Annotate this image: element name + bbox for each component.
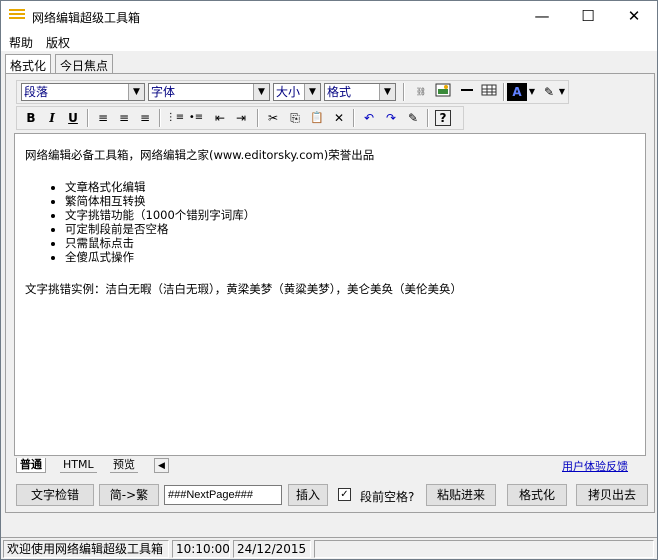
tab-today-focus[interactable]: 今日焦点 <box>55 54 114 74</box>
minimize-button[interactable]: — <box>519 1 565 31</box>
status-empty <box>314 540 654 558</box>
chevron-down-icon: ▼ <box>253 84 269 100</box>
list-item: 文字挑错功能（1000个错别字词库） <box>65 208 635 222</box>
format-button[interactable]: 格式化 <box>507 484 567 506</box>
size-select[interactable]: 大小 ▼ <box>273 83 321 101</box>
list-item: 文章格式化编辑 <box>65 180 635 194</box>
window-title: 网络编辑超级工具箱 <box>32 11 141 25</box>
editor-intro-line: 网络编辑必备工具箱，网络编辑之家(www.editorsky.com)荣誉出品 <box>25 148 375 162</box>
chevron-down-icon[interactable]: ▼ <box>527 83 537 101</box>
chevron-down-icon: ▼ <box>304 84 320 100</box>
status-welcome: 欢迎使用网络编辑超级工具箱 <box>3 540 169 558</box>
scroll-left-icon[interactable]: ◀ <box>154 458 169 473</box>
toolbar-separator <box>427 109 429 127</box>
feedback-link[interactable]: 用户体验反馈 <box>562 458 628 474</box>
outdent-icon[interactable]: ⇤ <box>210 109 230 127</box>
ordered-list-icon[interactable]: ⋮≡ <box>165 109 185 127</box>
list-item: 可定制段前是否空格 <box>65 222 635 236</box>
align-center-icon[interactable]: ≡ <box>114 109 134 127</box>
next-page-field[interactable] <box>164 485 282 505</box>
tab-html-view[interactable]: HTML <box>60 458 97 473</box>
status-time: 10:10:00 <box>172 540 230 558</box>
rich-text-editor[interactable]: 网络编辑必备工具箱，网络编辑之家(www.editorsky.com)荣誉出品 … <box>14 133 646 456</box>
redo-icon[interactable]: ↷ <box>381 109 401 127</box>
list-item: 全傻瓜式操作 <box>65 250 635 264</box>
action-button-row: 文字检错 简->繁 插入 ✓ 段前空格? 粘贴进来 格式化 拷贝出去 <box>14 482 654 508</box>
insert-table-icon[interactable] <box>479 83 499 101</box>
title-bar: 网络编辑超级工具箱 — ☐ ✕ <box>1 1 657 31</box>
font-select[interactable]: 字体 ▼ <box>148 83 270 101</box>
main-panel: 段落 ▼ 字体 ▼ 大小 ▼ 格式 ▼ ⛓ A ▼ ✎ ▼ B I U ≡ ≡ ≡ ⋮≡… <box>5 73 655 513</box>
close-button[interactable]: ✕ <box>611 1 657 31</box>
align-left-icon[interactable]: ≡ <box>93 109 113 127</box>
status-bar: 欢迎使用网络编辑超级工具箱 10:10:00 24/12/2015 <box>1 537 657 559</box>
toolbar-separator <box>257 109 259 127</box>
underline-button[interactable]: U <box>63 109 83 127</box>
toolbar-row-2: B I U ≡ ≡ ≡ ⋮≡ •≡ ⇤ ⇥ ✂ ⎘ 📋 ✕ ↶ ↷ ✎ ? <box>16 106 464 130</box>
tab-preview[interactable]: 预览 <box>110 458 138 473</box>
italic-button[interactable]: I <box>42 109 62 127</box>
indent-icon[interactable]: ⇥ <box>231 109 251 127</box>
app-icon <box>9 9 25 23</box>
toolbar-separator <box>403 83 405 101</box>
text-color-icon[interactable]: A <box>507 83 527 101</box>
toolbar-separator <box>353 109 355 127</box>
menu-help[interactable]: 帮助 <box>9 34 33 51</box>
list-item: 只需鼠标点击 <box>65 236 635 250</box>
unordered-list-icon[interactable]: •≡ <box>186 109 206 127</box>
app-window: 网络编辑超级工具箱 — ☐ ✕ 帮助 版权 格式化 今日焦点 段落 ▼ 字体 ▼ 大… <box>0 0 658 560</box>
text-check-button[interactable]: 文字检错 <box>16 484 94 506</box>
menu-bar: 帮助 版权 <box>1 31 657 51</box>
help-icon[interactable]: ? <box>435 110 451 126</box>
menu-copyright[interactable]: 版权 <box>46 34 70 51</box>
web-link-icon[interactable]: ⛓ <box>411 83 431 101</box>
edit-icon[interactable]: ✎ <box>403 109 423 127</box>
align-right-icon[interactable]: ≡ <box>135 109 155 127</box>
feature-list: 文章格式化编辑 繁简体相互转换 文字挑错功能（1000个错别字词库） 可定制段前… <box>65 180 635 264</box>
insert-image-icon[interactable] <box>433 83 453 101</box>
tab-format[interactable]: 格式化 <box>5 54 52 74</box>
paragraph-space-label: 段前空格? <box>360 490 415 504</box>
toolbar-separator <box>87 109 89 127</box>
chevron-down-icon[interactable]: ▼ <box>557 83 567 101</box>
toolbar-row-1: 段落 ▼ 字体 ▼ 大小 ▼ 格式 ▼ ⛓ A ▼ ✎ ▼ <box>16 80 569 104</box>
delete-icon[interactable]: ✕ <box>329 109 349 127</box>
insert-button[interactable]: 插入 <box>288 484 328 506</box>
paragraph-space-checkbox[interactable]: ✓ <box>338 488 351 501</box>
copy-icon[interactable]: ⎘ <box>285 109 305 127</box>
bold-button[interactable]: B <box>21 109 41 127</box>
highlight-pen-icon[interactable]: ✎ <box>539 83 559 101</box>
paste-in-button[interactable]: 粘贴进来 <box>426 484 496 506</box>
chevron-down-icon: ▼ <box>128 84 144 100</box>
status-date: 24/12/2015 <box>233 540 311 558</box>
copy-out-button[interactable]: 拷贝出去 <box>576 484 648 506</box>
format-select[interactable]: 格式 ▼ <box>324 83 396 101</box>
list-item: 繁简体相互转换 <box>65 194 635 208</box>
maximize-button[interactable]: ☐ <box>565 1 611 31</box>
paste-icon[interactable]: 📋 <box>307 109 327 127</box>
toolbar-separator <box>159 109 161 127</box>
paragraph-select[interactable]: 段落 ▼ <box>21 83 145 101</box>
view-mode-tabs: 普通 HTML 预览 ◀ 用户体验反馈 <box>14 458 646 474</box>
horizontal-rule-icon[interactable] <box>457 83 477 101</box>
tab-bar: 格式化 今日焦点 <box>1 51 657 75</box>
toolbar-separator <box>503 83 505 101</box>
cut-icon[interactable]: ✂ <box>263 109 283 127</box>
editor-example-line: 文字挑错实例：洁白无暇（洁白无瑕），黄梁美梦（黄粱美梦），美仑美奂（美伦美奂） <box>25 282 462 296</box>
tab-normal-view[interactable]: 普通 <box>16 458 46 473</box>
convert-traditional-button[interactable]: 简->繁 <box>99 484 159 506</box>
chevron-down-icon: ▼ <box>379 84 395 100</box>
undo-icon[interactable]: ↶ <box>359 109 379 127</box>
